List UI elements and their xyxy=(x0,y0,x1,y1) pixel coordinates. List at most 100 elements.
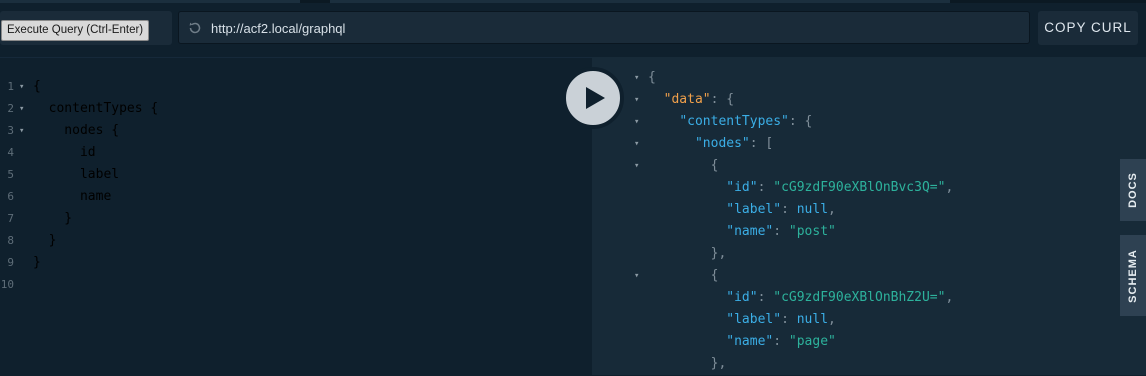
fold-arrow-icon[interactable]: ▾ xyxy=(19,98,24,120)
result-line: { xyxy=(648,67,656,89)
json-token: "id" xyxy=(726,290,758,305)
json-token: "cG9zdF90eXBlOnBhZ2U=" xyxy=(773,290,946,305)
query-line: } xyxy=(33,211,73,226)
json-token: : xyxy=(781,312,797,327)
line-number: 2 xyxy=(7,102,14,115)
result-line: "name": "post" xyxy=(648,221,836,243)
json-token: "contentTypes" xyxy=(679,114,789,129)
json-token: "name" xyxy=(726,224,774,239)
docs-tab[interactable]: DOCS xyxy=(1120,159,1146,221)
json-token: "cG9zdF90eXBlOnBvc3Q=" xyxy=(773,180,946,195)
execute-query-tooltip: Execute Query (Ctrl-Enter) xyxy=(1,20,150,41)
query-line: contentTypes { xyxy=(33,101,159,116)
json-token: "data" xyxy=(663,92,711,107)
result-line: "data": { xyxy=(648,89,734,111)
line-number: 5 xyxy=(7,168,14,181)
query-line: label xyxy=(33,167,120,182)
result-line: "contentTypes": { xyxy=(648,111,812,133)
json-token: "id" xyxy=(726,180,758,195)
result-line: "id": "cG9zdF90eXBlOnBhZ2U=", xyxy=(648,287,953,309)
json-token: "name" xyxy=(726,334,774,349)
schema-tab[interactable]: SCHEMA xyxy=(1120,235,1146,316)
schema-tab-label: SCHEMA xyxy=(1127,248,1139,303)
toolbar: Y Execute Query (Ctrl-Enter) COPY CURL xyxy=(0,3,1146,55)
fold-arrow-icon[interactable]: ▾ xyxy=(634,265,639,287)
query-line: id xyxy=(33,145,96,160)
fold-arrow-icon[interactable]: ▾ xyxy=(634,89,639,111)
fold-arrow-icon[interactable]: ▾ xyxy=(634,111,639,133)
result-line: "id": "cG9zdF90eXBlOnBvc3Q=", xyxy=(648,177,953,199)
json-token: { xyxy=(710,268,719,283)
fold-arrow-icon[interactable]: ▾ xyxy=(19,76,24,98)
result-line: "label": null, xyxy=(648,199,836,221)
line-number: 1 xyxy=(7,80,14,93)
line-number: 6 xyxy=(7,190,14,203)
result-line: "name": "page" xyxy=(648,331,836,353)
query-line: name xyxy=(33,189,112,204)
line-number: 8 xyxy=(7,234,14,247)
result-line: "nodes": [ xyxy=(648,133,773,155)
docs-tab-label: DOCS xyxy=(1127,172,1139,208)
json-token: null xyxy=(796,202,829,217)
json-token: : { xyxy=(788,114,813,129)
fold-arrow-icon[interactable]: ▾ xyxy=(634,67,639,89)
json-token: "post" xyxy=(788,224,836,239)
line-number: 3 xyxy=(7,124,14,137)
json-token: }, xyxy=(710,356,727,371)
line-number: 10 xyxy=(0,278,14,291)
json-token: : { xyxy=(710,92,735,107)
json-token: : xyxy=(773,334,789,349)
endpoint-url-input[interactable] xyxy=(209,12,1013,45)
fold-arrow-icon[interactable]: ▾ xyxy=(19,120,24,142)
json-token: : xyxy=(773,224,789,239)
copy-curl-button[interactable]: COPY CURL xyxy=(1038,11,1138,45)
json-token: "page" xyxy=(788,334,836,349)
json-token: }, xyxy=(710,246,727,261)
json-token: , xyxy=(828,312,836,327)
query-line: } xyxy=(33,233,57,248)
fold-arrow-icon[interactable]: ▾ xyxy=(634,155,639,177)
play-icon xyxy=(586,87,605,109)
endpoint-url-bar xyxy=(178,11,1030,45)
line-number: 7 xyxy=(7,212,14,225)
execute-query-button[interactable] xyxy=(562,67,624,129)
query-line: } xyxy=(33,255,41,270)
json-token: { xyxy=(710,158,719,173)
result-line: { xyxy=(648,155,719,177)
json-token: : xyxy=(757,180,774,195)
query-line: { xyxy=(33,79,41,94)
json-token: "nodes" xyxy=(694,136,750,151)
query-line: nodes { xyxy=(33,123,120,138)
result-line: { xyxy=(648,265,719,287)
json-token: , xyxy=(828,202,836,217)
result-line: "label": null, xyxy=(648,309,836,331)
json-token: "label" xyxy=(726,312,782,327)
json-token: : [ xyxy=(749,136,774,151)
json-token: { xyxy=(648,70,656,85)
json-token: , xyxy=(945,290,954,305)
json-token: null xyxy=(796,312,829,327)
json-token: "label" xyxy=(726,202,782,217)
line-number: 4 xyxy=(7,146,14,159)
result-line: }, xyxy=(648,353,727,375)
query-editor[interactable]: 1 ▾ {2 ▾ contentTypes { 3 ▾ nodes { 4 id 5 labe… xyxy=(0,57,592,376)
json-token: , xyxy=(945,180,954,195)
json-token: : xyxy=(781,202,797,217)
results-viewer[interactable]: ▾{▾ "data": {▾ "contentTypes": {▾ "nodes… xyxy=(592,57,1146,375)
refresh-icon[interactable] xyxy=(187,20,203,36)
result-line: }, xyxy=(648,243,727,265)
fold-arrow-icon[interactable]: ▾ xyxy=(634,133,639,155)
